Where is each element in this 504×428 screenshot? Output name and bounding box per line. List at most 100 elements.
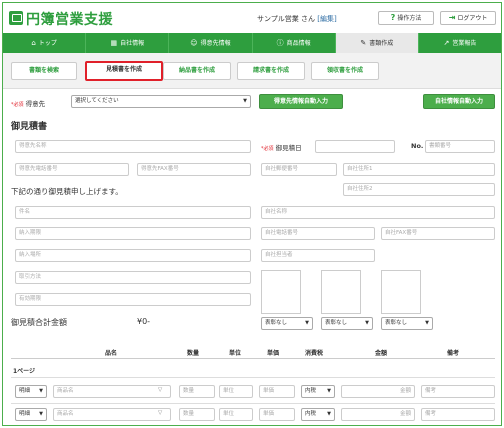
trend-icon: ↗: [443, 39, 450, 47]
quote-message: 下記の通り御見積申し上げます。: [11, 187, 123, 196]
customer-label: *必須 得意先: [11, 100, 46, 108]
customer-select[interactable]: 選択してください ▼: [71, 95, 251, 108]
expiry-input[interactable]: 有効期限: [15, 293, 251, 306]
stamp-box-1[interactable]: [261, 270, 301, 314]
self-zip-input[interactable]: 自社郵便番号: [261, 163, 337, 176]
stamp-box-3[interactable]: [381, 270, 421, 314]
self-staff-input[interactable]: 自社担当者: [261, 249, 375, 262]
col-amount: 金額: [375, 350, 388, 357]
self-tel-input[interactable]: 自社電話番号: [261, 227, 375, 240]
item-name-input[interactable]: 商品名: [53, 408, 171, 421]
items-table-header: 品名 数量 単位 単価 消費税 金額 備考: [11, 345, 495, 359]
doc-no-input[interactable]: 書類番号: [425, 140, 495, 153]
row-type-select[interactable]: 明細 ▼: [15, 408, 47, 421]
unit-input[interactable]: 単位: [219, 385, 253, 398]
document-tabs: 書類を検索 見積書を作成 納品書を作成 請求書を作成 領収書を作成: [3, 53, 501, 89]
delivery-date-input[interactable]: 納入期限: [15, 227, 251, 240]
stamp-box-2[interactable]: [321, 270, 361, 314]
nav-item-company[interactable]: ▦ 自社情報: [86, 33, 170, 53]
app-name: 円簿営業支援: [26, 12, 113, 28]
row-divider: [11, 403, 495, 404]
company-name: サンプル営業: [257, 15, 299, 23]
row-type-select[interactable]: 明細 ▼: [15, 385, 47, 398]
chevron-down-icon: ▼: [365, 320, 369, 326]
chevron-down-icon: ▼: [305, 320, 309, 326]
page-label: 1ページ: [13, 368, 36, 375]
amount-input[interactable]: 金額: [341, 385, 415, 398]
home-icon: ⌂: [31, 39, 36, 47]
self-fax-input[interactable]: 自社FAX番号: [381, 227, 495, 240]
nav-item-products[interactable]: ⓘ 商品情報: [253, 33, 336, 53]
self-addr1-input[interactable]: 自社住所1: [343, 163, 495, 176]
doc-no-label: No.: [411, 142, 424, 150]
tab-create-receipt[interactable]: 領収書を作成: [311, 62, 379, 80]
app-header: 円簿営業支援 サンプル営業 さん [編集] ? 操作方法 ⇥ ログアウト: [3, 3, 501, 33]
logout-icon: ⇥: [448, 13, 456, 22]
delivery-place-input[interactable]: 納入場所: [15, 249, 251, 262]
col-qty: 数量: [187, 350, 200, 357]
chevron-down-icon: ▼: [425, 320, 429, 326]
qty-input[interactable]: 数量: [179, 408, 215, 421]
chevron-down-icon: ▼: [327, 388, 331, 394]
stamp-select-3[interactable]: 表彰なし ▼: [381, 317, 433, 330]
grid-icon: ▦: [110, 39, 118, 47]
note-input[interactable]: 備考: [421, 385, 495, 398]
unit-input[interactable]: 単位: [219, 408, 253, 421]
price-input[interactable]: 単価: [259, 385, 295, 398]
tab-create-quote[interactable]: 見積書を作成: [85, 61, 163, 81]
chevron-down-icon: ▼: [39, 411, 43, 417]
customer-tel-input[interactable]: 得意先電話番号: [15, 163, 129, 176]
quote-date-input[interactable]: [315, 140, 395, 153]
total-value: ¥0-: [137, 317, 151, 326]
logout-button[interactable]: ⇥ ログアウト: [440, 11, 496, 25]
self-autofill-button[interactable]: 自社情報自動入力: [423, 94, 495, 109]
tab-create-invoice[interactable]: 請求書を作成: [237, 62, 305, 80]
tab-search-documents[interactable]: 書類を検索: [11, 62, 77, 80]
nav-item-documents[interactable]: ✎ 書類作成: [335, 33, 419, 53]
edit-icon: ✎: [360, 39, 367, 47]
customer-name-input[interactable]: 得意先名称: [15, 140, 251, 153]
tab-create-delivery[interactable]: 納品書を作成: [163, 62, 231, 80]
company-info: サンプル営業 さん [編集]: [257, 14, 337, 24]
form-title: 御見積書: [11, 122, 48, 132]
filter-icon[interactable]: ▽: [158, 410, 162, 416]
people-icon: ☺: [190, 39, 198, 47]
help-button[interactable]: ? 操作方法: [378, 11, 434, 25]
note-input[interactable]: 備考: [421, 408, 495, 421]
nav-item-reports[interactable]: ↗ 営業報告: [419, 33, 501, 53]
quote-form: *必須 得意先 選択してください ▼ 得意先情報自動入力 自社情報自動入力 御見積…: [3, 89, 501, 425]
honorific: さん: [301, 15, 316, 23]
subject-input[interactable]: 件名: [15, 206, 251, 219]
col-price: 単価: [267, 350, 280, 357]
self-addr2-input[interactable]: 自社住所2: [343, 183, 495, 196]
app-logo-icon: [9, 11, 23, 25]
col-unit: 単位: [229, 350, 242, 357]
main-nav: ⌂ トップ ▦ 自社情報 ☺ 得意先情報 ⓘ 商品情報 ✎ 書類作成 ↗ 営業報告: [3, 33, 501, 53]
customer-fax-input[interactable]: 得意先FAX番号: [137, 163, 251, 176]
tax-select[interactable]: 内税 ▼: [301, 385, 335, 398]
stamp-select-2[interactable]: 表彰なし ▼: [321, 317, 373, 330]
item-name-input[interactable]: 商品名: [53, 385, 171, 398]
qty-input[interactable]: 数量: [179, 385, 215, 398]
col-note: 備考: [447, 350, 460, 357]
tax-select[interactable]: 内税 ▼: [301, 408, 335, 421]
total-label: 御見積合計金額: [11, 318, 67, 327]
chevron-down-icon: ▼: [39, 388, 43, 394]
stamp-select-1[interactable]: 表彰なし ▼: [261, 317, 313, 330]
customer-autofill-button[interactable]: 得意先情報自動入力: [259, 94, 343, 109]
quote-date-label: *必須 御見積日: [261, 144, 302, 152]
self-name-input[interactable]: 自社名称: [261, 206, 495, 219]
price-input[interactable]: 単価: [259, 408, 295, 421]
terms-input[interactable]: 取引方法: [15, 271, 251, 284]
col-tax: 消費税: [305, 350, 324, 357]
nav-item-top[interactable]: ⌂ トップ: [3, 33, 87, 53]
chevron-down-icon: ▼: [327, 411, 331, 417]
filter-icon[interactable]: ▽: [158, 387, 162, 393]
question-icon: ?: [390, 13, 396, 22]
edit-company-link[interactable]: [編集]: [317, 15, 336, 23]
info-icon: ⓘ: [276, 39, 284, 47]
app-frame: 円簿営業支援 サンプル営業 さん [編集] ? 操作方法 ⇥ ログアウト ⌂ トップ …: [2, 2, 502, 426]
amount-input[interactable]: 金額: [341, 408, 415, 421]
nav-item-customers[interactable]: ☺ 得意先情報: [169, 33, 253, 53]
row-divider: [11, 377, 495, 378]
